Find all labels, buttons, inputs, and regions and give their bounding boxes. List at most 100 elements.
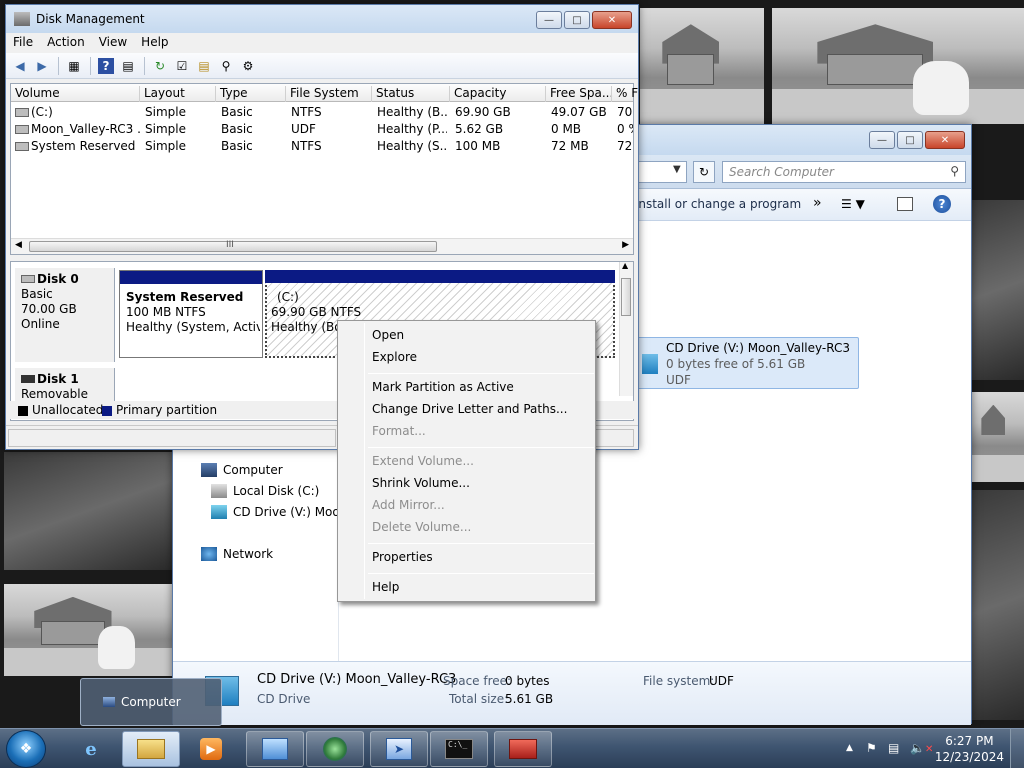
table-row[interactable]: System Reserved Simple Basic NTFS Health… — [11, 138, 633, 155]
explorer-taskbar-button[interactable] — [122, 731, 180, 767]
nav-item-cd-drive[interactable]: CD Drive (V:) Moon_ — [211, 505, 353, 519]
internet-explorer-button[interactable]: e — [62, 731, 120, 767]
cell-pct: 70 — [617, 105, 633, 119]
column-header[interactable]: Capacity — [449, 86, 506, 102]
start-button[interactable]: ❖ — [6, 730, 46, 768]
partition-system-reserved[interactable]: System Reserved 100 MB NTFS Healthy (Sys… — [119, 270, 263, 358]
table-row[interactable]: Moon_Valley-RC3 ... Simple Basic UDF Hea… — [11, 121, 633, 138]
total-size-label: Total size: — [449, 692, 509, 706]
minimize-button[interactable]: — — [536, 11, 562, 29]
wallpaper-tile — [640, 8, 764, 124]
help-icon[interactable]: ? — [98, 58, 114, 74]
horizontal-scrollbar[interactable]: ◀ III ▶ — [11, 238, 633, 254]
menu-item-explore[interactable]: Explore — [372, 350, 417, 364]
menu-action[interactable]: Action — [40, 33, 92, 53]
menu-item-format: Format... — [372, 424, 426, 438]
flag-icon[interactable]: ⚑ — [866, 741, 877, 755]
clock-time: 6:27 PM — [945, 734, 994, 748]
cd-drive-tile[interactable]: CD Drive (V:) Moon_Valley-RC3 0 bytes fr… — [635, 337, 859, 389]
status-pane — [8, 429, 336, 447]
partition-bar — [120, 271, 262, 284]
preview-pane-icon[interactable] — [897, 197, 913, 211]
help-icon[interactable]: ? — [933, 195, 951, 213]
magnifier-icon[interactable]: ⚲ — [218, 58, 234, 74]
column-header[interactable]: File System — [285, 86, 359, 102]
control-panel-button[interactable] — [246, 731, 304, 767]
maximize-button[interactable]: □ — [897, 131, 923, 149]
column-header[interactable]: Type — [215, 86, 248, 102]
menu-file[interactable]: File — [6, 33, 40, 53]
toolbox-button[interactable] — [494, 731, 552, 767]
cell-fs: NTFS — [291, 139, 322, 153]
network-app-button[interactable] — [306, 731, 364, 767]
column-header[interactable]: Layout — [139, 86, 185, 102]
volume-muted-icon[interactable]: 🔈✕ — [910, 741, 933, 755]
scroll-left-icon[interactable]: ◀ — [15, 240, 22, 250]
properties-icon[interactable]: ▤ — [120, 58, 136, 74]
space-free-label: Space free: — [443, 674, 512, 688]
nav-item-computer[interactable]: Computer — [201, 463, 283, 477]
clock[interactable]: 6:27 PM 12/23/2024 — [935, 733, 1004, 765]
scroll-grip: III — [226, 240, 234, 250]
column-header[interactable]: Volume — [11, 86, 60, 102]
internet-explorer-icon: e — [85, 738, 97, 760]
column-header[interactable]: Status — [371, 86, 414, 102]
cell-pct: 0 % — [617, 122, 633, 136]
menu-item-help[interactable]: Help — [372, 580, 399, 594]
media-player-button[interactable]: ▶ — [182, 731, 240, 767]
nav-item-network[interactable]: Network — [201, 547, 273, 561]
command-prompt-button[interactable]: C:\_ — [430, 731, 488, 767]
menu-item-shrink-volume[interactable]: Shrink Volume... — [372, 476, 470, 490]
column-header[interactable]: Free Spa... — [545, 86, 613, 102]
show-desktop-button[interactable] — [1010, 729, 1024, 768]
table-row[interactable]: (C:) Simple Basic NTFS Healthy (B... 69.… — [11, 104, 633, 121]
cell-layout: Simple — [145, 122, 186, 136]
system-tray: ▲ ⚑ ▤ 🔈✕ 6:27 PM 12/23/2024 — [824, 729, 1024, 768]
forward-arrow-icon[interactable]: ▶ — [34, 58, 50, 74]
menu-item-change-drive-letter[interactable]: Change Drive Letter and Paths... — [372, 402, 567, 416]
network-tray-icon[interactable]: ▤ — [888, 741, 899, 755]
show-hidden-icons-icon[interactable]: ▲ — [846, 743, 853, 753]
toolbox-icon — [509, 739, 537, 759]
remote-desktop-button[interactable]: ➤ — [370, 731, 428, 767]
console-tree-icon[interactable]: ▦ — [66, 58, 82, 74]
scroll-thumb[interactable] — [621, 278, 631, 316]
vertical-scrollbar[interactable]: ▲ — [619, 261, 633, 396]
disk0-info[interactable]: Disk 0 Basic 70.00 GB Online — [15, 268, 115, 362]
change-view-icon[interactable]: ☰ ▼ — [841, 197, 865, 211]
menu-view[interactable]: View — [92, 33, 134, 53]
address-dropdown-icon[interactable]: ▼ — [673, 164, 681, 175]
partition-bar — [265, 270, 615, 283]
menu-item-open[interactable]: Open — [372, 328, 404, 342]
check-icon[interactable]: ☑ — [174, 58, 190, 74]
wallpaper-tile — [972, 392, 1024, 482]
search-input[interactable]: Search Computer ⚲ — [722, 161, 966, 183]
uninstall-program-button[interactable]: install or change a program — [635, 197, 801, 211]
menu-item-mark-active[interactable]: Mark Partition as Active — [372, 380, 514, 394]
taskbar-thumbnail-popup[interactable]: Computer — [80, 678, 222, 726]
menu-item-properties[interactable]: Properties — [372, 550, 433, 564]
refresh-icon[interactable]: ↻ — [693, 161, 715, 183]
column-header[interactable]: % F — [611, 86, 638, 102]
menu-help[interactable]: Help — [134, 33, 175, 53]
cell-status: Healthy (S... — [377, 139, 447, 153]
close-button[interactable]: ✕ — [592, 11, 632, 29]
scroll-right-icon[interactable]: ▶ — [622, 240, 629, 250]
back-arrow-icon[interactable]: ◀ — [12, 58, 28, 74]
settings-icon[interactable]: ⚙ — [240, 58, 256, 74]
taskbar: ❖ e ▶ ➤ C:\_ ▲ ⚑ ▤ 🔈✕ 6:27 PM 12/23/2024 — [0, 728, 1024, 768]
cd-drive-icon — [642, 354, 658, 374]
close-button[interactable]: ✕ — [925, 131, 965, 149]
more-commands-button[interactable]: » — [813, 195, 822, 211]
scroll-up-icon[interactable]: ▲ — [622, 261, 628, 270]
open-folder-icon[interactable]: ▤ — [196, 58, 212, 74]
minimize-button[interactable]: — — [869, 131, 895, 149]
legend-primary: Primary partition — [102, 403, 217, 417]
scroll-thumb[interactable]: III — [29, 240, 437, 252]
refresh-icon[interactable]: ↻ — [152, 58, 168, 74]
nav-item-local-disk[interactable]: Local Disk (C:) — [211, 484, 319, 498]
disk1-info[interactable]: Disk 1 Removable (E:) — [15, 368, 115, 416]
maximize-button[interactable]: □ — [564, 11, 590, 29]
disk-management-titlebar[interactable]: Disk Management — □ ✕ — [6, 5, 638, 33]
cell-capacity: 100 MB — [455, 139, 501, 153]
